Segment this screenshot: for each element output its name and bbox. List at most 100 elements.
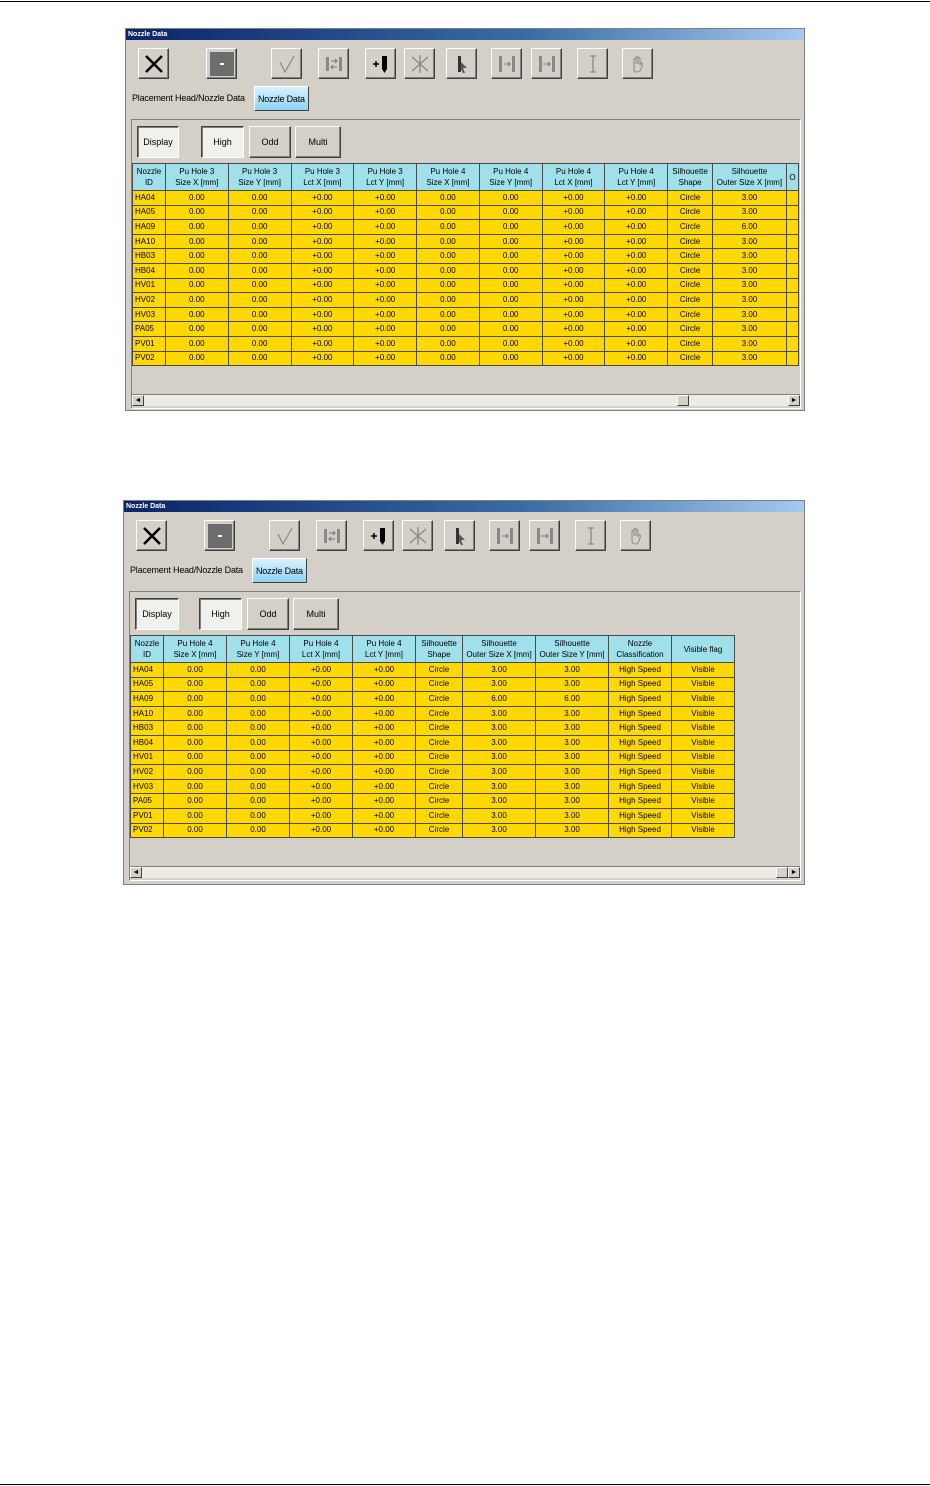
table-cell[interactable]: Visible bbox=[671, 778, 735, 795]
table-cell[interactable]: Circle bbox=[667, 204, 714, 221]
table-cell[interactable]: Circle bbox=[415, 705, 463, 722]
table-cell[interactable]: PA05 bbox=[130, 793, 164, 809]
split-button[interactable] bbox=[404, 48, 435, 79]
table-cell[interactable]: +0.00 bbox=[289, 764, 353, 780]
table-cell[interactable]: Visible bbox=[671, 807, 735, 824]
table-cell[interactable]: +0.00 bbox=[289, 793, 353, 809]
table-row[interactable]: PV02 0.00 0.00 +0.00 +0.00 Circle 3.00 3.00 High… bbox=[130, 822, 735, 839]
table-cell[interactable]: HA10 bbox=[132, 233, 166, 250]
table-row[interactable]: PA05 0.00 0.00 +0.00 +0.00 Circle 3.00 3.00 High… bbox=[130, 793, 735, 809]
odd-filter-button[interactable]: Odd bbox=[247, 598, 289, 630]
odd-filter-button[interactable]: Odd bbox=[249, 126, 291, 158]
table-cell[interactable]: HA09 bbox=[132, 219, 166, 235]
table-row[interactable]: HV03 0.00 0.00 +0.00 +0.00 0.00 0.00 +0.00 +0.00… bbox=[132, 306, 799, 323]
table-cell[interactable]: +0.00 bbox=[604, 292, 669, 308]
table-cell[interactable]: 0.00 bbox=[478, 262, 543, 279]
table-cell[interactable]: 0.00 bbox=[416, 262, 480, 279]
table-cell[interactable]: 0.00 bbox=[226, 749, 290, 766]
table-cell[interactable]: Circle bbox=[667, 233, 714, 250]
tab-placement-head-nozzle-data[interactable]: Placement Head/Nozzle Data bbox=[127, 558, 246, 583]
table-cell[interactable]: 0.00 bbox=[478, 248, 543, 264]
table-row[interactable]: HV01 0.00 0.00 +0.00 +0.00 0.00 0.00 +0.00 +0.00… bbox=[132, 277, 799, 294]
table-cell[interactable]: 0.00 bbox=[226, 807, 290, 824]
table-row[interactable]: HB04 0.00 0.00 +0.00 +0.00 Circle 3.00 3.00 High… bbox=[130, 734, 735, 751]
table-cell[interactable]: +0.00 bbox=[289, 822, 353, 839]
table-cell[interactable]: 3.00 bbox=[462, 734, 536, 751]
table-cell[interactable] bbox=[785, 350, 799, 367]
table-cell[interactable]: 3.00 bbox=[535, 676, 609, 693]
table-cell[interactable] bbox=[785, 277, 799, 294]
table-cell[interactable]: Circle bbox=[667, 219, 714, 235]
table-cell[interactable]: 3.00 bbox=[462, 705, 536, 722]
table-cell[interactable]: Circle bbox=[667, 350, 714, 367]
table-cell[interactable]: 0.00 bbox=[227, 262, 292, 279]
table-cell[interactable] bbox=[785, 248, 799, 264]
table-cell[interactable]: 0.00 bbox=[416, 248, 480, 264]
table-cell[interactable]: 0.00 bbox=[416, 190, 480, 206]
table-cell[interactable]: +0.00 bbox=[290, 306, 355, 323]
column-header[interactable]: Pu Hole 4 Lct Y [mm] bbox=[352, 635, 416, 663]
swap-button[interactable] bbox=[316, 520, 347, 551]
table-cell[interactable]: 0.00 bbox=[478, 321, 543, 337]
table-cell[interactable]: +0.00 bbox=[290, 248, 355, 264]
table-cell[interactable]: 3.00 bbox=[712, 190, 787, 206]
table-cell[interactable]: 3.00 bbox=[712, 350, 787, 367]
table-cell[interactable]: High Speed bbox=[608, 720, 672, 736]
table-cell[interactable]: Visible bbox=[671, 705, 735, 722]
table-cell[interactable]: +0.00 bbox=[604, 262, 669, 279]
column-header[interactable]: Pu Hole 4 Size X [mm] bbox=[416, 163, 480, 191]
table-cell[interactable]: +0.00 bbox=[353, 219, 418, 235]
column-header[interactable]: Pu Hole 4 Lct X [mm] bbox=[289, 635, 353, 663]
swap-button[interactable] bbox=[318, 48, 349, 79]
table-cell[interactable]: +0.00 bbox=[604, 233, 669, 250]
table-cell[interactable]: 0.00 bbox=[226, 793, 290, 809]
scroll-right-button[interactable]: ► bbox=[788, 867, 800, 878]
table-cell[interactable]: +0.00 bbox=[290, 292, 355, 308]
table-cell[interactable]: 0.00 bbox=[163, 749, 227, 766]
table-cell[interactable]: High Speed bbox=[608, 662, 672, 678]
table-cell[interactable] bbox=[785, 292, 799, 308]
high-filter-button[interactable]: High bbox=[201, 126, 244, 158]
scroll-right-button[interactable]: ► bbox=[788, 395, 800, 406]
table-cell[interactable]: 3.00 bbox=[712, 292, 787, 308]
table-cell[interactable]: +0.00 bbox=[352, 778, 416, 795]
table-cell[interactable]: Circle bbox=[667, 248, 714, 264]
table-cell[interactable]: +0.00 bbox=[290, 204, 355, 221]
table-cell[interactable]: +0.00 bbox=[541, 335, 606, 352]
table-cell[interactable]: 0.00 bbox=[163, 793, 227, 809]
table-cell[interactable]: Circle bbox=[415, 822, 463, 839]
table-cell[interactable]: +0.00 bbox=[541, 248, 606, 264]
table-row[interactable]: HA09 0.00 0.00 +0.00 +0.00 0.00 0.00 +0.00 +0.00… bbox=[132, 219, 799, 235]
table-cell[interactable]: +0.00 bbox=[353, 292, 418, 308]
pointer-button[interactable] bbox=[446, 48, 477, 79]
table-cell[interactable]: Circle bbox=[415, 676, 463, 693]
table-cell[interactable]: +0.00 bbox=[289, 662, 353, 678]
table-cell[interactable]: 0.00 bbox=[478, 233, 543, 250]
table-cell[interactable]: HV01 bbox=[132, 277, 166, 294]
tab-nozzle-data[interactable]: Nozzle Data bbox=[254, 86, 309, 111]
step-forward-button[interactable] bbox=[489, 520, 520, 551]
table-cell[interactable]: 0.00 bbox=[164, 219, 229, 235]
table-cell[interactable]: 0.00 bbox=[227, 306, 292, 323]
column-header[interactable]: Pu Hole 3 Lct Y [mm] bbox=[353, 163, 418, 191]
table-cell[interactable]: Circle bbox=[667, 306, 714, 323]
high-filter-button[interactable]: High bbox=[199, 598, 242, 630]
table-cell[interactable]: 0.00 bbox=[164, 321, 229, 337]
table-cell[interactable]: 3.00 bbox=[535, 822, 609, 839]
table-row[interactable]: HA05 0.00 0.00 +0.00 +0.00 Circle 3.00 3.00 High… bbox=[130, 676, 735, 693]
table-cell[interactable]: +0.00 bbox=[352, 822, 416, 839]
table-cell[interactable]: +0.00 bbox=[289, 691, 353, 707]
table-cell[interactable]: 0.00 bbox=[478, 190, 543, 206]
table-cell[interactable]: 6.00 bbox=[712, 219, 787, 235]
table-cell[interactable]: 0.00 bbox=[163, 691, 227, 707]
table-cell[interactable]: 0.00 bbox=[163, 705, 227, 722]
hand-button[interactable] bbox=[622, 48, 653, 79]
table-cell[interactable]: 0.00 bbox=[164, 292, 229, 308]
table-cell[interactable]: 0.00 bbox=[226, 764, 290, 780]
table-cell[interactable]: PV01 bbox=[130, 807, 164, 824]
table-cell[interactable]: 0.00 bbox=[164, 190, 229, 206]
table-cell[interactable]: 3.00 bbox=[712, 233, 787, 250]
table-cell[interactable] bbox=[785, 190, 799, 206]
close-button[interactable] bbox=[136, 520, 167, 551]
column-header[interactable]: Pu Hole 4 Size X [mm] bbox=[163, 635, 227, 663]
